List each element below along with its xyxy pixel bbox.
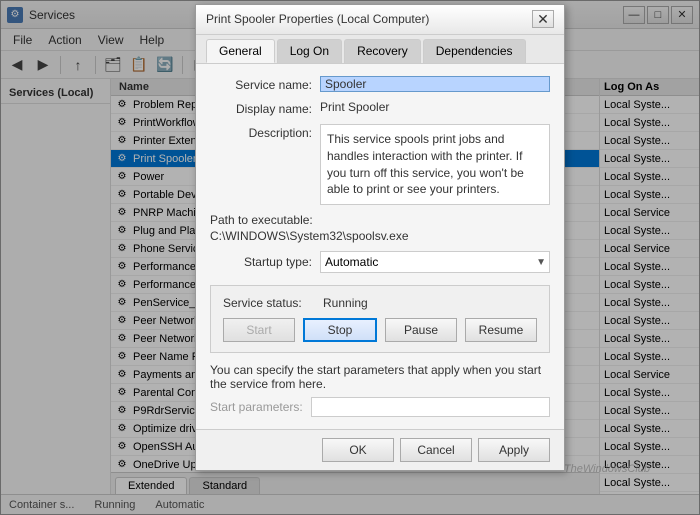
dialog-title: Print Spooler Properties (Local Computer… (206, 12, 429, 26)
display-name-row: Display name: Print Spooler (210, 100, 550, 116)
description-value: This service spools print jobs and handl… (320, 124, 550, 205)
dialog-tabs: General Log On Recovery Dependencies (196, 35, 564, 64)
dialog-content: Service name: Spooler Display name: Prin… (196, 64, 564, 429)
params-row: Start parameters: (210, 397, 550, 417)
stop-service-button[interactable]: Stop (303, 318, 377, 342)
path-value: C:\WINDOWS\System32\spoolsv.exe (210, 229, 550, 243)
startup-row: Startup type: AutomaticManualDisabledAut… (210, 251, 550, 273)
cancel-button[interactable]: Cancel (400, 438, 472, 462)
startup-type-select[interactable]: AutomaticManualDisabledAutomatic (Delaye… (320, 251, 550, 273)
path-section: Path to executable: C:\WINDOWS\System32\… (210, 213, 550, 243)
params-label: Start parameters: (210, 400, 303, 414)
description-label: Description: (210, 124, 320, 140)
pause-service-button[interactable]: Pause (385, 318, 457, 342)
startup-label: Startup type: (210, 255, 320, 269)
dialog-footer: OK Cancel Apply (196, 429, 564, 470)
properties-dialog: Print Spooler Properties (Local Computer… (195, 4, 565, 471)
dialog-close-button[interactable]: ✕ (532, 10, 554, 28)
service-name-label: Service name: (210, 76, 320, 92)
display-name-value: Print Spooler (320, 100, 550, 114)
apply-button[interactable]: Apply (478, 438, 550, 462)
description-row: Description: This service spools print j… (210, 124, 550, 205)
service-status-label: Service status: (223, 296, 323, 310)
service-status-value: Running (323, 296, 368, 310)
service-name-value: Spooler (320, 76, 550, 92)
dialog-title-bar: Print Spooler Properties (Local Computer… (196, 5, 564, 35)
ok-button[interactable]: OK (322, 438, 394, 462)
service-status-section: Service status: Running Start Stop Pause… (210, 285, 550, 353)
tab-dependencies[interactable]: Dependencies (423, 39, 526, 63)
tab-general[interactable]: General (206, 39, 275, 63)
status-line: Service status: Running (223, 296, 537, 310)
dialog-overlay: Print Spooler Properties (Local Computer… (0, 0, 700, 515)
service-name-row: Service name: Spooler (210, 76, 550, 92)
params-description: You can specify the start parameters tha… (210, 363, 550, 391)
start-parameters-input[interactable] (311, 397, 550, 417)
tab-recovery[interactable]: Recovery (344, 39, 421, 63)
params-section: You can specify the start parameters tha… (210, 363, 550, 417)
service-control-buttons: Start Stop Pause Resume (223, 318, 537, 342)
tab-logon[interactable]: Log On (277, 39, 342, 63)
startup-select-wrapper: AutomaticManualDisabledAutomatic (Delaye… (320, 251, 550, 273)
path-label: Path to executable: (210, 213, 550, 227)
start-service-button[interactable]: Start (223, 318, 295, 342)
display-name-label: Display name: (210, 100, 320, 116)
resume-service-button[interactable]: Resume (465, 318, 537, 342)
